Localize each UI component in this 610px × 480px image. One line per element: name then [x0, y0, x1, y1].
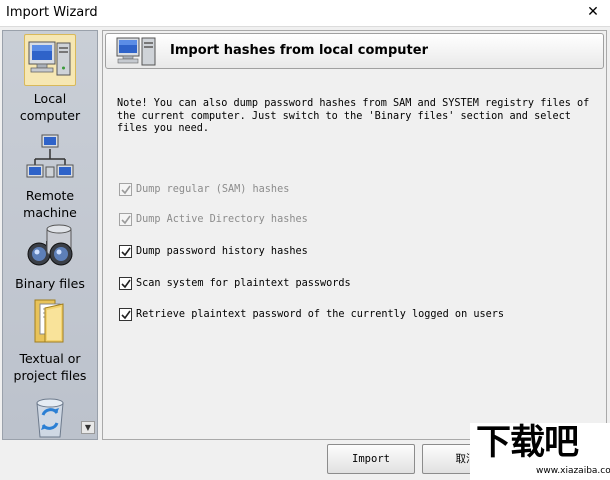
sidebar-item-binary-files[interactable]: Binary files	[3, 221, 97, 292]
note-text: Note! You can also dump password hashes …	[117, 98, 590, 134]
content-panel: Import hashes from local computer Note! …	[102, 30, 607, 440]
option-label[interactable]: Scan system for plaintext passwords	[136, 278, 351, 289]
checkbox[interactable]	[119, 276, 132, 290]
close-button[interactable]: ✕	[576, 0, 610, 26]
option-scan-plaintext[interactable]: Scan system for plaintext passwords	[119, 276, 351, 290]
option-dump-sam-hashes: Dump regular (SAM) hashes	[119, 182, 289, 196]
sidebar: Local computer Remote machine Binary fil…	[2, 30, 98, 440]
sidebar-item-label: Local computer	[19, 91, 81, 123]
watermark-url: www.xiazaiba.com	[536, 466, 610, 476]
title-bar: Import Wizard ✕	[0, 0, 610, 26]
window-title: Import Wizard	[6, 5, 98, 20]
sidebar-item-label: Binary files	[15, 276, 85, 291]
option-label: Dump Active Directory hashes	[136, 213, 308, 225]
recycle-bin-icon	[36, 398, 64, 438]
option-dump-ad-hashes: Dump Active Directory hashes	[119, 212, 308, 226]
section-title: Import hashes from local computer	[170, 43, 428, 58]
import-button[interactable]: Import	[327, 444, 415, 474]
sidebar-item-label: Remote machine	[23, 188, 77, 220]
option-dump-history-hashes[interactable]: Dump password history hashes	[119, 244, 308, 258]
sidebar-item-remote-machine[interactable]: Remote machine	[3, 133, 97, 221]
option-label[interactable]: Dump password history hashes	[136, 246, 308, 257]
option-label: Dump regular (SAM) hashes	[136, 183, 290, 195]
computer-icon	[28, 41, 71, 76]
sidebar-item-textual-files[interactable]: Textual or project files	[3, 296, 97, 384]
folder-icon	[34, 299, 64, 343]
dialog-body: Local computer Remote machine Binary fil…	[0, 26, 610, 480]
option-retrieve-logged-on[interactable]: Retrieve plaintext password of the curre…	[119, 307, 504, 321]
option-label[interactable]: Retrieve plaintext password of the curre…	[136, 309, 504, 320]
checkbox[interactable]	[119, 307, 132, 321]
network-icon	[26, 134, 74, 178]
sidebar-item-label: Textual or project files	[13, 351, 87, 383]
checkbox	[119, 182, 132, 196]
sidebar-item-local-computer[interactable]: Local computer	[3, 34, 97, 124]
computer-icon	[116, 37, 156, 66]
watermark-logo: 下载吧 www.xiazaiba.com	[470, 423, 610, 480]
section-header: Import hashes from local computer	[105, 33, 604, 69]
checkbox[interactable]	[119, 244, 132, 258]
checkbox	[119, 212, 132, 226]
binoculars-icon	[27, 224, 73, 266]
watermark-text: 下载吧	[476, 423, 579, 463]
sidebar-scroll-down-button[interactable]: ▼	[81, 421, 95, 434]
